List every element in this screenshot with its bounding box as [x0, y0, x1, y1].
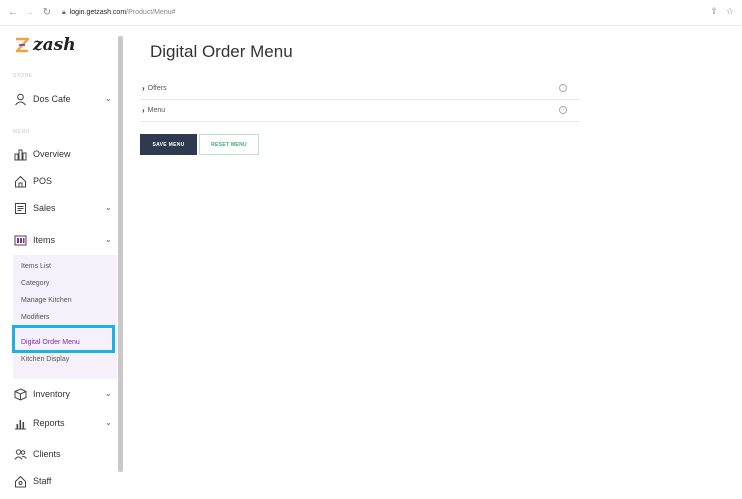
reset-menu-button[interactable]: RESET MENU — [199, 134, 259, 155]
browser-toolbar: ← → ↻ 🔒︎ login.getzash.com /Product/Menu… — [0, 0, 742, 26]
active-item-highlight — [12, 325, 115, 353]
chevron-right-icon: › — [142, 106, 145, 115]
store-section-label: STORE — [13, 73, 33, 79]
back-icon[interactable]: ← — [6, 6, 20, 20]
chevron-down-icon: ⌄ — [105, 235, 112, 244]
sidebar-item-label: Staff — [33, 476, 52, 486]
receipt-icon — [13, 201, 27, 215]
lock-icon: 🔒︎ — [62, 8, 66, 16]
info-icon[interactable]: i — [559, 106, 567, 114]
sidebar-item-label: Items — [33, 235, 56, 245]
box-icon — [13, 387, 27, 401]
url-path: /Product/Menu# — [126, 9, 176, 16]
url-domain: login.getzash.com — [69, 9, 127, 16]
address-bar[interactable]: 🔒︎ login.getzash.com /Product/Menu# — [62, 9, 176, 17]
submenu-item-modifiers[interactable]: Modifiers — [21, 314, 49, 321]
submenu-item-items-list[interactable]: Items List — [21, 263, 51, 270]
store-selector[interactable]: Dos Cafe ⌄ — [13, 89, 113, 109]
chevron-down-icon: ⌄ — [105, 418, 112, 427]
chevron-down-icon: ⌄ — [105, 203, 112, 212]
main-content: Digital Order Menu › Offers i › Menu i S… — [123, 27, 742, 499]
reload-icon[interactable]: ↻ — [40, 6, 54, 20]
items-submenu: Items List Category Manage Kitchen Modif… — [13, 255, 117, 379]
chevron-right-icon: › — [142, 84, 145, 93]
bar-chart-icon — [13, 416, 27, 430]
sidebar-item-label: Overview — [33, 149, 71, 159]
share-icon[interactable]: ⇪ — [710, 6, 718, 17]
sidebar-item-inventory[interactable]: Inventory ⌄ — [13, 384, 113, 404]
logo-text: zash — [33, 35, 76, 55]
page-title: Digital Order Menu — [150, 42, 293, 61]
info-icon[interactable]: i — [559, 84, 567, 92]
accordion-offers[interactable]: › Offers i — [140, 78, 580, 100]
store-name: Dos Cafe — [33, 94, 71, 104]
users-icon — [13, 447, 27, 461]
chart-icon — [13, 147, 27, 161]
logo-mark-icon — [15, 37, 30, 53]
staff-icon — [13, 474, 27, 488]
sidebar-item-sales[interactable]: Sales ⌄ — [13, 198, 113, 218]
sidebar-item-label: POS — [33, 176, 53, 186]
forward-icon[interactable]: → — [22, 6, 36, 20]
sidebar-item-reports[interactable]: Reports ⌄ — [13, 413, 113, 433]
sidebar-item-pos[interactable]: POS — [13, 171, 113, 191]
sidebar-item-label: Inventory — [33, 389, 71, 399]
chevron-down-icon: ⌄ — [105, 94, 112, 103]
grid-icon — [13, 233, 27, 247]
submenu-item-kitchen-display[interactable]: Kitchen Display — [21, 356, 69, 363]
logo[interactable]: zash — [13, 35, 76, 55]
bookmark-star-icon[interactable]: ☆ — [726, 6, 734, 17]
home-icon — [13, 174, 27, 188]
save-menu-button[interactable]: SAVE MENU — [140, 134, 197, 155]
accordion-label: Offers — [147, 85, 167, 92]
chevron-down-icon: ⌄ — [105, 389, 112, 398]
menu-section-label: MENU — [13, 129, 30, 135]
sidebar: zash STORE Dos Cafe ⌄ MENU Overview POS … — [0, 27, 123, 499]
accordion-label: Menu — [147, 107, 166, 114]
sidebar-item-items[interactable]: Items ⌄ — [13, 230, 113, 250]
accordion: › Offers i › Menu i — [140, 78, 580, 122]
sidebar-item-label: Sales — [33, 203, 56, 213]
sidebar-item-label: Reports — [33, 418, 65, 428]
accordion-menu[interactable]: › Menu i — [140, 100, 580, 122]
sidebar-item-overview[interactable]: Overview — [13, 144, 113, 164]
user-icon — [13, 92, 27, 106]
sidebar-item-clients[interactable]: Clients — [13, 444, 113, 464]
submenu-item-manage-kitchen[interactable]: Manage Kitchen — [21, 297, 72, 304]
sidebar-item-staff[interactable]: Staff — [13, 471, 113, 491]
sidebar-item-label: Clients — [33, 449, 61, 459]
submenu-item-category[interactable]: Category — [21, 280, 49, 287]
